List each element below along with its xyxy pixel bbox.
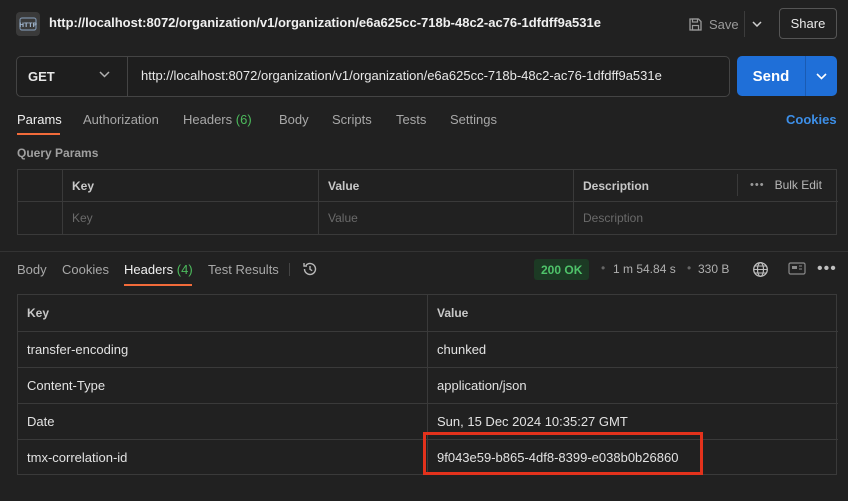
history-icon[interactable]	[301, 260, 319, 278]
column-header-key: Key	[63, 170, 319, 202]
header-key: Content-Type	[18, 368, 428, 404]
param-description-input[interactable]: Description	[574, 202, 838, 234]
save-icon	[689, 17, 702, 31]
divider	[289, 263, 290, 276]
column-header-value: Value	[428, 295, 838, 332]
more-horizontal-icon: •••	[750, 179, 765, 191]
tab-params[interactable]: Params	[17, 112, 62, 127]
bulk-edit-label: Bulk Edit	[774, 178, 822, 192]
tab-test-results[interactable]: Test Results	[208, 262, 279, 277]
tab-response-body[interactable]: Body	[17, 262, 47, 277]
send-button-group: Send	[737, 56, 837, 96]
column-header-value: Value	[319, 170, 574, 202]
tab-response-headers[interactable]: Headers (4)	[124, 262, 193, 277]
response-size: 330 B	[698, 262, 730, 276]
query-params-title: Query Params	[17, 146, 99, 160]
more-options-icon[interactable]: •••	[817, 260, 837, 278]
tab-headers[interactable]: Headers (6)	[183, 112, 252, 127]
highlight-annotation-box	[423, 432, 703, 475]
header-key: transfer-encoding	[18, 332, 428, 368]
header-value: chunked	[428, 332, 838, 368]
checkbox-column-header	[18, 170, 63, 202]
share-button[interactable]: Share	[779, 8, 837, 39]
param-value-input[interactable]: Value	[319, 202, 574, 234]
save-options-chevron-down-icon[interactable]	[744, 11, 768, 37]
separator-dot: •	[601, 261, 606, 275]
active-tab-indicator	[124, 284, 192, 286]
request-title: http://localhost:8072/organization/v1/or…	[49, 15, 601, 30]
panel-divider[interactable]	[0, 251, 848, 252]
method-select[interactable]: GET	[17, 57, 127, 96]
divider	[127, 57, 128, 96]
separator-dot: •	[687, 261, 692, 275]
tab-authorization[interactable]: Authorization	[83, 112, 159, 127]
column-header-key: Key	[18, 295, 428, 332]
response-time: 1 m 54.84 s	[613, 262, 676, 276]
tab-response-headers-count: (4)	[176, 262, 193, 277]
http-request-icon: HTTP	[16, 12, 40, 36]
tab-response-headers-label: Headers	[124, 262, 174, 277]
tab-headers-label: Headers	[183, 112, 233, 127]
tab-settings[interactable]: Settings	[450, 112, 497, 127]
cookies-link[interactable]: Cookies	[786, 112, 837, 127]
save-response-icon[interactable]	[788, 261, 806, 276]
bulk-edit-button[interactable]: ••• Bulk Edit	[750, 178, 822, 192]
url-input[interactable]: http://localhost:8072/organization/v1/or…	[141, 68, 662, 83]
param-key-input[interactable]: Key	[63, 202, 319, 234]
save-button[interactable]: Save	[688, 13, 739, 35]
request-tabs: Params Authorization Headers (6) Body Sc…	[0, 108, 848, 136]
globe-icon[interactable]	[752, 261, 769, 278]
header-key: tmx-correlation-id	[18, 440, 428, 474]
header-value: application/json	[428, 368, 838, 404]
svg-text:HTTP: HTTP	[19, 22, 37, 29]
method-label: GET	[28, 69, 55, 84]
divider	[737, 174, 738, 196]
tab-response-cookies[interactable]: Cookies	[62, 262, 109, 277]
send-button[interactable]: Send	[737, 56, 805, 96]
tab-tests[interactable]: Tests	[396, 112, 426, 127]
query-params-table: Key Value Description Key Value Descript…	[17, 169, 838, 235]
header-key: Date	[18, 404, 428, 440]
active-tab-indicator	[17, 133, 60, 135]
tab-body[interactable]: Body	[279, 112, 309, 127]
send-options-chevron-down-icon[interactable]	[806, 56, 837, 96]
chevron-down-icon	[99, 71, 110, 78]
request-bar: GET http://localhost:8072/organization/v…	[16, 56, 730, 97]
tab-headers-count: (6)	[235, 112, 252, 127]
tab-scripts[interactable]: Scripts	[332, 112, 372, 127]
row-checkbox[interactable]	[18, 202, 63, 234]
status-badge: 200 OK	[534, 259, 590, 280]
save-label: Save	[709, 16, 739, 32]
top-bar: HTTP http://localhost:8072/organization/…	[0, 0, 848, 48]
